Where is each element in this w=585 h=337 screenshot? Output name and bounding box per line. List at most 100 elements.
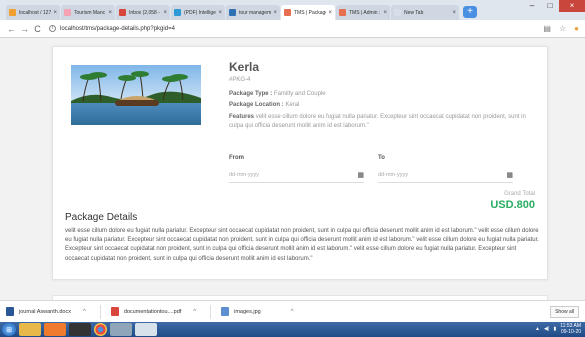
close-icon[interactable]: ×	[383, 10, 387, 16]
tab-favicon	[119, 9, 126, 16]
package-location: Package Location : Keral	[229, 102, 299, 108]
cast-icon[interactable]: ▤	[543, 24, 551, 33]
network-icon[interactable]: ▮	[553, 326, 556, 332]
show-all-button[interactable]: Show all	[550, 306, 579, 318]
tab-favicon	[174, 9, 181, 16]
chrome-icon[interactable]	[94, 323, 107, 336]
chevron-up-icon[interactable]: ^	[291, 309, 294, 315]
word-file-icon	[6, 307, 14, 316]
chevron-up-icon[interactable]: ^	[193, 309, 196, 315]
browser-tab[interactable]: localhost / 127. ×	[6, 5, 60, 20]
package-card: Kerla #PKG-4 Package Type : Familty and …	[52, 46, 548, 280]
start-button[interactable]: ⊞	[2, 323, 16, 336]
taskbar: ⊞ ▲ ◀) ▮ 11:53 AM 09-10-20	[0, 322, 585, 337]
package-details-text: velit esse cillum dolore eu fugiat nulla…	[65, 228, 539, 262]
close-icon[interactable]: ×	[328, 10, 332, 16]
package-features: Features velit esse cillum dolore eu fug…	[229, 113, 529, 131]
close-icon[interactable]: ×	[218, 10, 222, 16]
browser-tab[interactable]: TMS | Admin : ×	[336, 5, 390, 20]
chevron-up-icon[interactable]: ^	[83, 309, 86, 315]
forward-icon[interactable]: →	[19, 24, 30, 34]
package-code: #PKG-4	[229, 77, 251, 83]
downloads-bar: journal Aswanth.docx ^ documentationtou.…	[0, 300, 585, 322]
pdf-file-icon	[110, 307, 119, 316]
from-date-input[interactable]: dd-mm-yyyy ▦	[229, 169, 364, 183]
download-item[interactable]: documentationtou....pdf ^	[110, 307, 196, 316]
calendar-icon[interactable]: ▦	[357, 171, 364, 179]
tab-strip: localhost / 127. × Tourism Manc × Inbox (2…	[0, 0, 585, 20]
browser-tab[interactable]: Tourism Manc ×	[61, 5, 115, 20]
package-type-label: Package Type :	[229, 91, 273, 97]
file-explorer-icon[interactable]	[19, 323, 41, 336]
browser-tab-active[interactable]: TMS | Package ×	[281, 5, 335, 20]
tab-favicon	[64, 9, 71, 16]
address-bar-actions: ▤ ☆ ●	[543, 24, 579, 33]
download-filename: documentationtou....pdf	[123, 308, 182, 315]
download-item[interactable]: images.jpg ^	[221, 307, 294, 316]
tab-title: TMS | Admin :	[349, 9, 381, 16]
package-type-value: Familty and Couple	[273, 91, 326, 97]
package-location-value: Keral	[285, 102, 300, 108]
window-controls: – □ ×	[523, 0, 585, 14]
package-details-heading: Package Details	[65, 212, 138, 223]
reload-icon[interactable]: C	[32, 24, 43, 34]
tab-favicon	[284, 9, 291, 16]
from-date-placeholder: dd-mm-yyyy	[229, 172, 259, 178]
terminal-icon[interactable]	[69, 323, 91, 336]
package-image	[71, 65, 201, 125]
star-icon[interactable]: ☆	[559, 24, 566, 33]
tab-favicon	[394, 9, 401, 16]
system-tray: ▲ ◀) ▮ 11:53 AM 09-10-20	[535, 323, 581, 335]
window-close-icon[interactable]: ×	[559, 0, 585, 12]
tab-favicon	[229, 9, 236, 16]
media-icon[interactable]	[110, 323, 132, 336]
new-tab-button[interactable]: +	[463, 6, 477, 18]
close-icon[interactable]: ×	[108, 10, 112, 16]
close-icon[interactable]: ×	[452, 10, 456, 16]
image-file-icon	[221, 307, 230, 316]
browser-tab[interactable]: tour managem ×	[226, 5, 280, 20]
calendar-icon[interactable]: ▦	[506, 171, 513, 179]
divider	[210, 304, 212, 319]
xampp-icon[interactable]	[44, 323, 66, 336]
package-features-value: velit esse cillum dolore eu fugiat nulla…	[229, 114, 526, 129]
to-date-input[interactable]: dd-mm-yyyy ▦	[378, 169, 513, 183]
package-image-art	[71, 65, 201, 125]
address-bar: ← → C i localhost/tms/package-details.ph…	[0, 20, 585, 38]
grand-total-value: USD.800	[490, 199, 535, 211]
maximize-icon[interactable]: □	[541, 0, 559, 12]
browser-tab[interactable]: (PDF) Intelligen ×	[171, 5, 225, 20]
close-icon[interactable]: ×	[53, 10, 57, 16]
app-icon[interactable]	[135, 323, 157, 336]
download-filename: images.jpg	[234, 308, 261, 315]
page-content: Kerla #PKG-4 Package Type : Familty and …	[0, 38, 585, 303]
package-location-label: Package Location :	[229, 102, 284, 108]
tab-title: tour managem	[239, 9, 272, 16]
url-field[interactable]: i localhost/tms/package-details.php?pkgi…	[49, 25, 175, 32]
back-icon[interactable]: ←	[6, 24, 17, 34]
tab-title: (PDF) Intelligen	[184, 9, 217, 16]
minimize-icon[interactable]: –	[523, 0, 541, 12]
tab-title: Tourism Manc	[74, 9, 106, 16]
tab-title: localhost / 127.	[19, 9, 52, 16]
grand-total-label: Grand Total	[504, 191, 535, 197]
clock-date: 09-10-20	[560, 329, 581, 335]
download-item[interactable]: journal Aswanth.docx ^	[6, 307, 86, 316]
url-text: localhost/tms/package-details.php?pkgid=…	[60, 25, 175, 32]
volume-icon[interactable]: ◀)	[544, 326, 550, 332]
package-title: Kerla	[229, 60, 260, 74]
arrow-up-icon[interactable]: ▲	[535, 326, 540, 332]
download-filename: journal Aswanth.docx	[19, 308, 71, 315]
tab-favicon	[9, 9, 16, 16]
clock[interactable]: 11:53 AM 09-10-20	[560, 323, 581, 335]
tab-title: New Tab	[404, 9, 424, 16]
package-features-label: Features	[229, 114, 255, 120]
from-label: From	[229, 155, 244, 161]
close-icon[interactable]: ×	[273, 10, 277, 16]
extension-icon[interactable]: ●	[574, 24, 579, 33]
info-icon[interactable]: i	[49, 25, 56, 32]
package-type: Package Type : Familty and Couple	[229, 91, 326, 97]
browser-tab[interactable]: Inbox (2,058 - ×	[116, 5, 170, 20]
close-icon[interactable]: ×	[163, 10, 167, 16]
browser-tab[interactable]: New Tab ×	[391, 5, 459, 20]
